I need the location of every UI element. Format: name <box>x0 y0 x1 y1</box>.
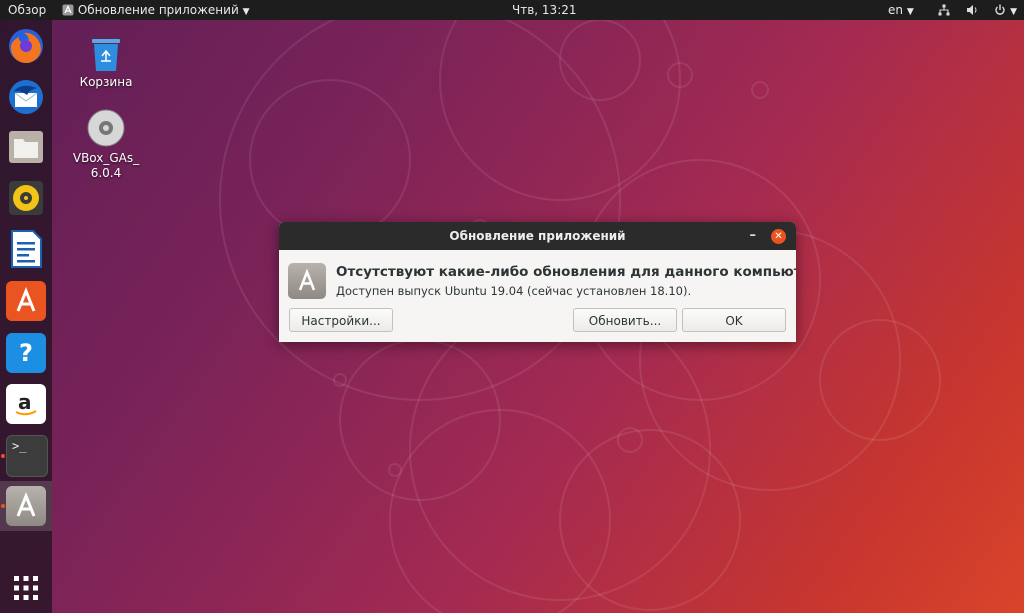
chevron-down-icon: ▼ <box>906 7 914 17</box>
activities-button[interactable]: Обзор <box>8 0 46 20</box>
system-menu[interactable]: ▼ <box>938 0 1017 20</box>
settings-button[interactable]: Настройки... <box>289 308 393 332</box>
language-indicator[interactable]: en ▼ <box>888 0 914 20</box>
app-menu-label: Обновление приложений <box>77 3 239 17</box>
rhythmbox-icon <box>9 181 43 215</box>
dock-terminal[interactable]: >_ <box>6 435 48 477</box>
dock-files[interactable] <box>6 127 46 167</box>
software-updater-icon <box>16 491 36 517</box>
writer-icon <box>11 230 42 268</box>
update-button[interactable]: Обновить... <box>573 308 677 332</box>
terminal-icon: >_ <box>12 439 27 453</box>
dock-firefox[interactable] <box>6 26 46 66</box>
software-updater-icon <box>288 263 326 299</box>
running-indicator <box>1 504 5 508</box>
chevron-down-icon: ▼ <box>242 7 250 17</box>
language-label: en <box>888 3 903 17</box>
trash-icon <box>92 39 120 71</box>
desktop-trash[interactable]: Корзина <box>68 36 144 90</box>
app-menu[interactable]: Обновление приложений ▼ <box>62 0 250 20</box>
top-bar: Обзор Обновление приложений ▼ Чтв, 13:21… <box>0 0 1024 20</box>
firefox-icon <box>9 29 43 64</box>
minimize-icon: – <box>749 228 757 243</box>
minimize-button[interactable]: – <box>750 222 757 250</box>
dock-software-updater[interactable] <box>6 486 46 526</box>
close-button[interactable]: ✕ <box>771 229 786 244</box>
volume-icon <box>966 5 977 15</box>
close-icon: ✕ <box>774 231 783 242</box>
desktop-disc[interactable]: VBox_GAs_ 6.0.4 <box>68 108 144 181</box>
dialog-message: Отсутствуют какие-либо обновления для да… <box>336 264 796 280</box>
dialog-body: Отсутствуют какие-либо обновления для да… <box>279 250 796 342</box>
dialog-title: Обновление приложений <box>449 229 626 243</box>
svg-text:a: a <box>18 390 32 414</box>
dialog-titlebar[interactable]: Обновление приложений – ✕ <box>279 222 796 250</box>
update-dialog: Обновление приложений – ✕ Отсутствуют ка… <box>279 222 796 342</box>
dock: ? a >_ <box>0 20 52 613</box>
thunderbird-icon <box>9 80 43 114</box>
ok-button[interactable]: OK <box>682 308 786 332</box>
network-icon <box>938 4 950 16</box>
dock-show-applications[interactable] <box>6 568 46 608</box>
dock-thunderbird[interactable] <box>6 77 46 117</box>
grid-icon <box>14 576 38 600</box>
chevron-down-icon: ▼ <box>1010 7 1018 17</box>
software-updater-small-icon <box>62 4 74 16</box>
dock-writer[interactable] <box>6 229 46 269</box>
dock-ubuntu-software[interactable] <box>6 281 46 321</box>
disc-label-line2: 6.0.4 <box>90 166 122 180</box>
software-center-icon <box>16 286 36 312</box>
dock-rhythmbox[interactable] <box>6 178 46 218</box>
help-icon: ? <box>19 339 33 367</box>
clock[interactable]: Чтв, 13:21 <box>512 0 577 20</box>
dock-amazon[interactable]: a <box>6 384 46 424</box>
files-icon <box>9 131 43 163</box>
power-icon <box>995 4 1005 15</box>
amazon-icon: a <box>15 390 37 416</box>
disc-label-line1: VBox_GAs_ <box>72 151 140 165</box>
disc-icon <box>87 109 125 147</box>
trash-label: Корзина <box>79 75 133 89</box>
dialog-detail: Доступен выпуск Ubuntu 19.04 (сейчас уст… <box>336 284 692 298</box>
running-indicator <box>1 454 5 458</box>
dock-help[interactable]: ? <box>6 333 46 373</box>
